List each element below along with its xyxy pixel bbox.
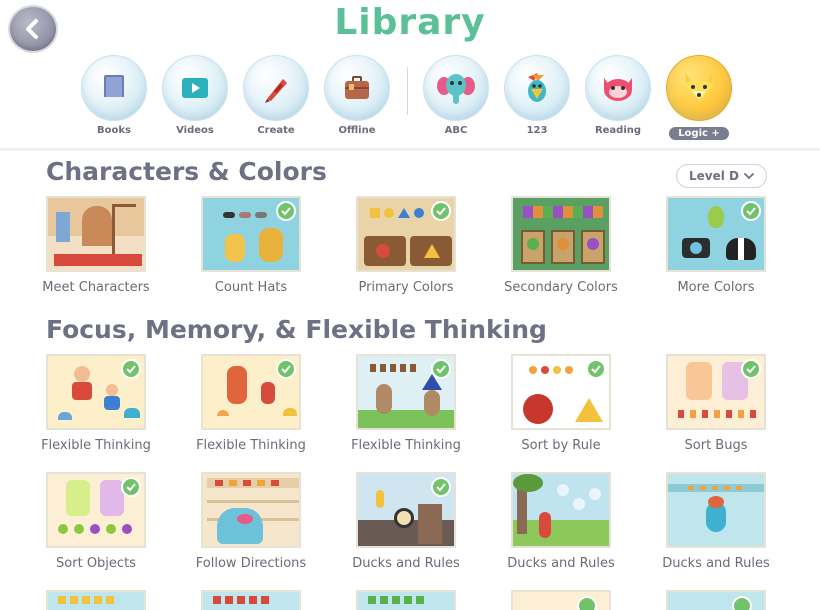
- completed-check-icon: [276, 201, 296, 221]
- activity-thumbnail: [666, 354, 766, 430]
- activity-thumbnail: [356, 472, 456, 548]
- activity-thumbnail: [46, 196, 146, 272]
- activity-thumbnail: [356, 196, 456, 272]
- section-title-focus-memory: Focus, Memory, & Flexible Thinking: [46, 315, 547, 344]
- activity-thumbnail: [511, 472, 611, 548]
- nav-item-books[interactable]: Books: [76, 55, 152, 136]
- nav-item-create[interactable]: Create: [238, 55, 314, 136]
- completed-check-icon: [431, 201, 451, 221]
- bird-icon: [528, 73, 546, 102]
- level-dropdown-value: Level D: [689, 169, 739, 183]
- activity-card-meet-characters[interactable]: Meet Characters: [37, 196, 155, 295]
- book-icon: [104, 75, 124, 101]
- page-title: Library: [334, 2, 486, 43]
- nav-item-123[interactable]: 123: [499, 55, 575, 136]
- nav-divider: [407, 67, 408, 115]
- activity-thumbnail: [201, 354, 301, 430]
- nav-item-abc[interactable]: ABC: [418, 55, 494, 136]
- completed-check-icon: [741, 359, 761, 379]
- activity-card-flexible-thinking-2[interactable]: Flexible Thinking: [192, 354, 310, 453]
- completed-check-icon: [121, 359, 141, 379]
- activity-card-flexible-thinking-3[interactable]: Flexible Thinking: [347, 354, 465, 453]
- activity-thumbnail: [666, 196, 766, 272]
- completed-check-icon: [586, 359, 606, 379]
- completed-check-icon: [741, 201, 761, 221]
- activity-card-ducks-and-rules-1[interactable]: Ducks and Rules: [347, 472, 465, 571]
- crayon-icon: [265, 79, 287, 103]
- activity-thumbnail: [511, 196, 611, 272]
- category-nav: Books Videos Create Offline ABC 123 Read…: [0, 55, 820, 145]
- activity-thumbnail: [201, 196, 301, 272]
- chevron-down-icon: [744, 173, 754, 180]
- activity-card-primary-colors[interactable]: Primary Colors: [347, 196, 465, 295]
- completed-check-icon: [732, 596, 752, 610]
- activity-card-ducks-and-rules-3[interactable]: Ducks and Rules: [657, 472, 775, 571]
- nav-item-videos[interactable]: Videos: [157, 55, 233, 136]
- activity-card-flexible-thinking-1[interactable]: Flexible Thinking: [37, 354, 155, 453]
- section-title-characters-colors: Characters & Colors: [46, 157, 327, 186]
- completed-check-icon: [121, 477, 141, 497]
- activity-thumbnail-partial[interactable]: [666, 590, 766, 610]
- activity-card-follow-directions[interactable]: Follow Directions: [192, 472, 310, 571]
- activity-thumbnail-partial[interactable]: [201, 590, 301, 610]
- play-icon: [182, 78, 208, 98]
- completed-check-icon: [276, 359, 296, 379]
- elephant-icon: [437, 74, 475, 104]
- activity-card-secondary-colors[interactable]: Secondary Colors: [502, 196, 620, 295]
- cat-icon: [604, 78, 632, 101]
- activity-thumbnail-partial[interactable]: [46, 590, 146, 610]
- activity-card-count-hats[interactable]: Count Hats: [192, 196, 310, 295]
- header-divider: [0, 148, 820, 151]
- activity-thumbnail-partial[interactable]: [356, 590, 456, 610]
- fox-icon: [684, 73, 714, 101]
- nav-item-offline[interactable]: Offline: [319, 55, 395, 136]
- activity-thumbnail: [46, 472, 146, 548]
- activity-thumbnail: [356, 354, 456, 430]
- activity-thumbnail: [46, 354, 146, 430]
- suitcase-icon: [345, 76, 369, 99]
- activity-card-sort-objects[interactable]: Sort Objects: [37, 472, 155, 571]
- activity-card-sort-bugs[interactable]: Sort Bugs: [657, 354, 775, 453]
- activity-thumbnail-partial[interactable]: [511, 590, 611, 610]
- activity-thumbnail: [511, 354, 611, 430]
- activity-thumbnail: [666, 472, 766, 548]
- nav-item-reading[interactable]: Reading: [580, 55, 656, 136]
- activity-card-ducks-and-rules-2[interactable]: Ducks and Rules: [502, 472, 620, 571]
- completed-check-icon: [431, 477, 451, 497]
- completed-check-icon: [577, 596, 597, 610]
- activity-card-more-colors[interactable]: More Colors: [657, 196, 775, 295]
- completed-check-icon: [431, 359, 451, 379]
- activity-card-sort-by-rule[interactable]: Sort by Rule: [502, 354, 620, 453]
- level-dropdown[interactable]: Level D: [676, 164, 767, 188]
- nav-item-logic[interactable]: Logic +: [661, 55, 737, 140]
- activity-thumbnail: [201, 472, 301, 548]
